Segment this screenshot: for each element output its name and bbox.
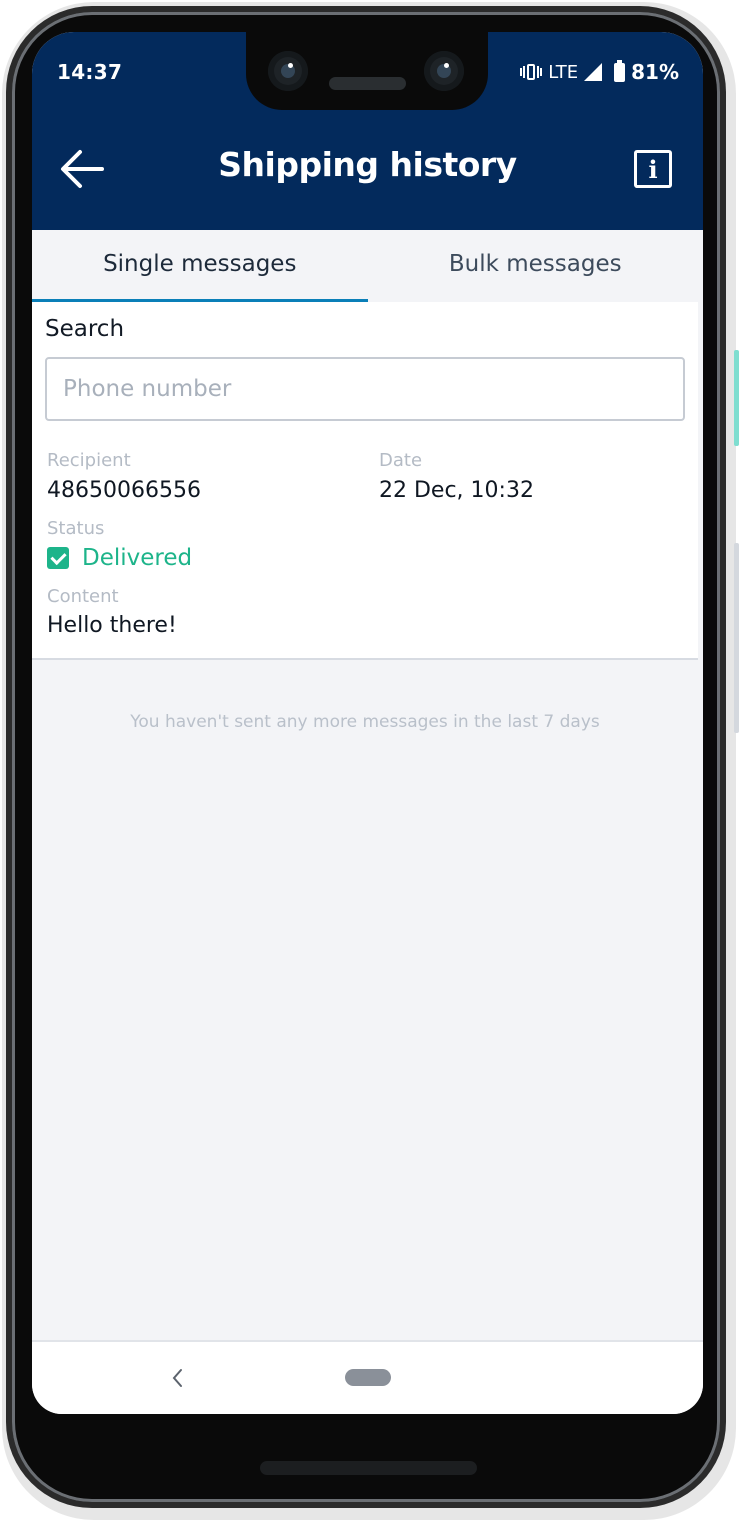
chevron-left-icon xyxy=(172,1369,182,1387)
search-section: Search xyxy=(32,302,698,432)
phone-number-search-input[interactable] xyxy=(45,357,685,421)
content-value: Hello there! xyxy=(47,613,177,638)
info-button[interactable]: i xyxy=(634,150,672,188)
system-home-button[interactable] xyxy=(345,1369,391,1386)
battery-icon xyxy=(614,59,626,82)
power-button xyxy=(734,350,739,446)
status-icons: LTE 81% xyxy=(520,59,679,84)
date-value: 22 Dec, 10:32 xyxy=(379,478,534,503)
check-icon xyxy=(47,547,69,569)
app-bar: 14:37 LTE 81% Shipping history i xyxy=(32,32,703,230)
front-camera-icon xyxy=(268,51,308,91)
front-sensor-icon xyxy=(424,51,464,91)
recipient-value: 48650066556 xyxy=(47,478,201,503)
camera-notch xyxy=(246,32,488,110)
page-title: Shipping history xyxy=(218,145,517,184)
system-back-button[interactable] xyxy=(168,1366,188,1390)
content-label: Content xyxy=(47,586,119,607)
status-time: 14:37 xyxy=(57,60,123,84)
tab-bulk-messages[interactable]: Bulk messages xyxy=(368,230,704,302)
tab-single-messages[interactable]: Single messages xyxy=(32,230,368,302)
screen: 14:37 LTE 81% Shipping history i Single … xyxy=(32,32,703,1414)
bottom-speaker xyxy=(260,1461,477,1475)
search-label: Search xyxy=(45,316,125,342)
date-label: Date xyxy=(379,450,423,471)
recipient-label: Recipient xyxy=(47,450,131,471)
vibrate-icon xyxy=(520,63,543,81)
tab-bar: Single messages Bulk messages xyxy=(32,230,703,302)
volume-button xyxy=(734,543,739,733)
empty-list-note: You haven't sent any more messages in th… xyxy=(130,712,600,732)
signal-icon xyxy=(584,63,603,81)
battery-percent: 81% xyxy=(631,60,679,84)
network-type: LTE xyxy=(548,61,579,83)
message-list-item[interactable]: Recipient 48650066556 Date 22 Dec, 10:32… xyxy=(32,432,698,660)
status-badge: Delivered xyxy=(47,545,192,571)
info-icon: i xyxy=(648,155,658,184)
status-value: Delivered xyxy=(82,545,193,571)
earpiece-speaker xyxy=(329,77,406,90)
system-nav-bar xyxy=(32,1340,703,1414)
status-label: Status xyxy=(47,518,105,539)
